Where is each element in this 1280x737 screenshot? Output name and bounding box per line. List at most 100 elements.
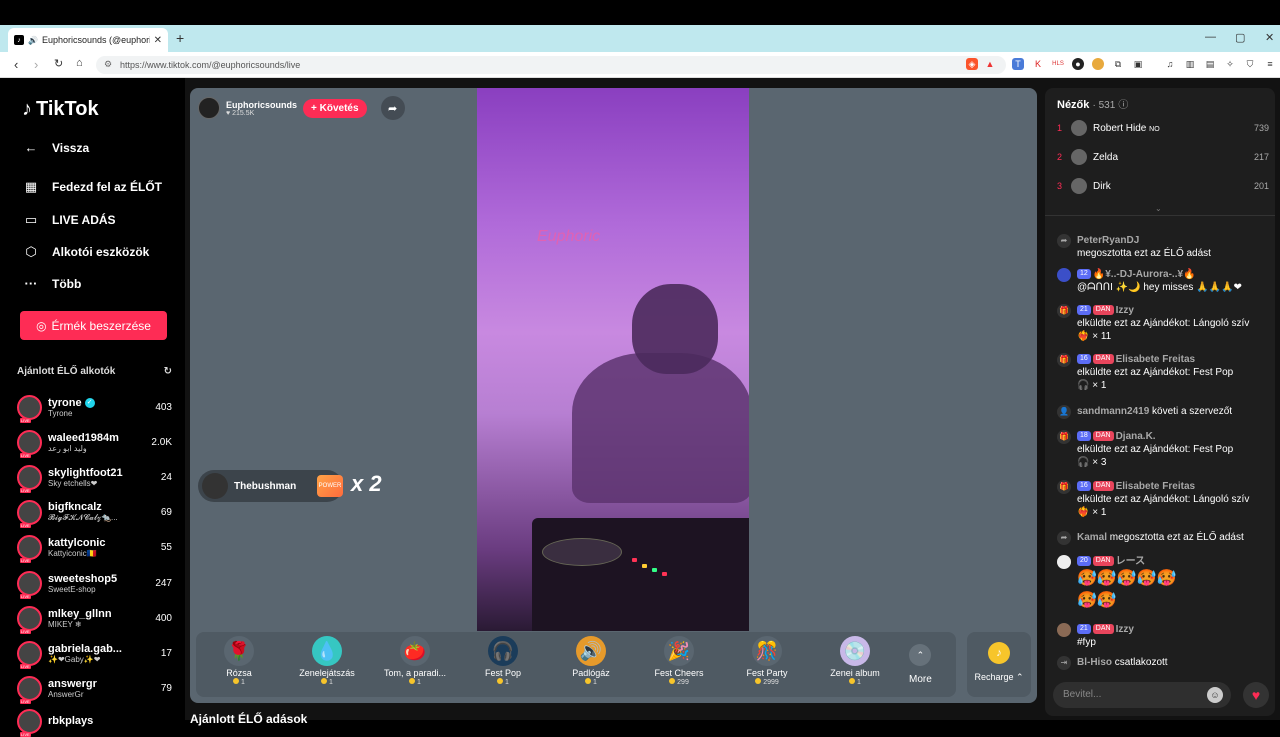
- music-icon[interactable]: ♫: [1164, 58, 1176, 70]
- gift-item[interactable]: 💧 Zenelejátszás 1: [286, 636, 368, 686]
- get-coins-button[interactable]: ◎ Érmék beszerzése: [20, 311, 167, 340]
- creator-item[interactable]: kattylconic Kattyiconic🇷🇴 55: [17, 532, 172, 563]
- new-tab-button[interactable]: +: [176, 30, 184, 46]
- top-viewer[interactable]: 2 Zelda 217: [1057, 147, 1269, 167]
- back-arrow-icon[interactable]: ‹: [14, 57, 18, 72]
- recharge-button[interactable]: ♪ Recharge ⌃: [967, 632, 1031, 697]
- top-viewer[interactable]: 3 Dirk 201: [1057, 176, 1269, 196]
- menu-icon[interactable]: ≡: [1264, 58, 1276, 70]
- viewer-count: 17: [160, 647, 172, 659]
- emoji-picker-icon[interactable]: ☺: [1207, 687, 1223, 703]
- creator-item[interactable]: tyrone✓ Tyrone 403: [17, 392, 172, 423]
- viewers-header[interactable]: Nézők · 531 ⓘ: [1057, 96, 1128, 111]
- extension-color-icon[interactable]: [1092, 58, 1104, 70]
- creator-item[interactable]: gabriela.gab... ✨❤Gaby✨❤ 17: [17, 638, 172, 669]
- nav-more[interactable]: ··· Több: [22, 276, 82, 291]
- rewards-icon[interactable]: ▲: [984, 58, 996, 70]
- site-info-icon[interactable]: ⚙: [104, 59, 112, 70]
- gift-item[interactable]: 🎧 Fest Pop 1: [462, 636, 544, 686]
- live-stream-player[interactable]: Euphoric Euphoricsounds ♥ 215.5K + Követ…: [190, 88, 1037, 703]
- pad-led: [632, 558, 637, 562]
- creator-item[interactable]: answergr AnswerGr 79: [17, 673, 172, 704]
- chat-username[interactable]: Elisabete Freitas: [1116, 354, 1195, 365]
- chat-username[interactable]: レース: [1116, 556, 1146, 567]
- share-icon[interactable]: ➦: [380, 96, 405, 120]
- video-feed[interactable]: Euphoric: [477, 88, 749, 631]
- gift-item[interactable]: 🎉 Fest Cheers 299: [638, 636, 720, 686]
- translate-extension-icon[interactable]: T: [1012, 58, 1024, 70]
- creator-item[interactable]: bigfkncalz 𝓑𝓲𝓰𝓕𝓚𝓝𝓒𝓪𝓵𝔃🐀... 69: [17, 497, 172, 528]
- gift-item[interactable]: 🌹 Rózsa 1: [198, 636, 280, 686]
- info-icon[interactable]: ⓘ: [1118, 100, 1128, 111]
- home-icon[interactable]: ⌂: [76, 57, 83, 69]
- back-link[interactable]: ← Vissza: [22, 140, 90, 155]
- host-name[interactable]: Euphoricsounds: [226, 100, 297, 110]
- chat-username[interactable]: sandmann2419: [1077, 406, 1149, 417]
- forward-arrow-icon[interactable]: ›: [34, 57, 38, 72]
- screenshot-icon[interactable]: ▣: [1132, 58, 1144, 70]
- creator-item[interactable]: skylightfoot21 Sky etchells❤ 24: [17, 462, 172, 493]
- chat-username[interactable]: Izzy: [1116, 624, 1134, 635]
- hls-extension-icon[interactable]: HLS: [1052, 58, 1064, 70]
- maximize-icon[interactable]: ▢: [1235, 31, 1245, 44]
- chat-username[interactable]: PeterRyanDJ: [1077, 235, 1139, 246]
- nav-explore-live[interactable]: ▦ Fedezd fel az ÉLŐT: [22, 179, 162, 195]
- chat-username[interactable]: 🔥¥..-DJ-Aurora-..¥🔥: [1093, 269, 1196, 280]
- gift-name: Tom, a paradi...: [383, 668, 447, 678]
- follow-button[interactable]: + Követés: [303, 98, 367, 118]
- puzzle-extensions-icon[interactable]: ⧉: [1112, 58, 1124, 70]
- gift-bar: 🌹 Rózsa 1 💧 Zenelejátszás 1 🍅 Tom, a par…: [196, 632, 956, 697]
- chevron-down-icon[interactable]: ⌄: [1155, 204, 1162, 213]
- gift-price-value: 1: [241, 679, 245, 686]
- tab-close-icon[interactable]: ✕: [154, 35, 162, 46]
- heart-icon[interactable]: ♥: [1243, 682, 1269, 708]
- nav-go-live[interactable]: ▭ LIVE ADÁS: [22, 212, 116, 228]
- viewer-rank: 2: [1057, 152, 1063, 162]
- creator-item[interactable]: rbkplays: [17, 706, 172, 737]
- chat-username[interactable]: Bl-Hiso: [1077, 657, 1112, 668]
- leo-ai-icon[interactable]: ✧: [1224, 58, 1236, 70]
- gift-item[interactable]: 🎊 Fest Party 2999: [726, 636, 808, 686]
- extension-k-icon[interactable]: K: [1032, 58, 1044, 70]
- chat-username[interactable]: Izzy: [1116, 305, 1134, 316]
- gift-name: Rózsa: [226, 668, 252, 678]
- nav-creator-tools[interactable]: ⬡ Alkotói eszközök: [22, 244, 149, 260]
- avatar: [1071, 178, 1087, 194]
- creator-nickname: Sky etchells❤: [48, 478, 98, 488]
- gift-price-value: 1: [417, 679, 421, 686]
- url-text: https://www.tiktok.com/@euphoricsounds/l…: [120, 60, 301, 70]
- creator-item[interactable]: sweeteshop5 SweetE-shop 247: [17, 568, 172, 599]
- chat-username[interactable]: Elisabete Freitas: [1116, 481, 1195, 492]
- url-field[interactable]: ⚙ https://www.tiktok.com/@euphoricsounds…: [96, 56, 1006, 74]
- level-badge: 21: [1077, 624, 1091, 635]
- coin-icon: [233, 678, 240, 684]
- chat-username[interactable]: Djana.K.: [1116, 431, 1156, 442]
- tiktok-logo[interactable]: ♪ TikTok: [22, 98, 99, 121]
- top-viewer[interactable]: 1 Robert Hide NO 739: [1057, 118, 1269, 138]
- viewer-name: Dirk: [1093, 180, 1111, 192]
- host-avatar[interactable]: [198, 97, 220, 119]
- gift-item[interactable]: 🍅 Tom, a paradi... 1: [374, 636, 456, 686]
- minimize-icon[interactable]: —: [1205, 31, 1216, 43]
- chat-username[interactable]: Kamal: [1077, 532, 1107, 543]
- browser-tab[interactable]: ♪ 🔊 Euphoricsounds (@euphoricsounds) ✕: [8, 28, 168, 52]
- more-gifts-button[interactable]: ⌃ More: [909, 644, 932, 685]
- viewer-count: 69: [160, 506, 172, 518]
- gift-item[interactable]: 💿 Zenei album 1: [814, 636, 896, 686]
- sidebar-toggle-icon[interactable]: ▥: [1184, 58, 1196, 70]
- window-close-icon[interactable]: ✕: [1265, 31, 1274, 44]
- back-label: Vissza: [52, 140, 90, 155]
- level-badge: 16: [1077, 354, 1091, 365]
- creator-item[interactable]: waleed1984m وليد ابو رعد 2.0K: [17, 427, 172, 458]
- chat-input[interactable]: Bevitel... ☺: [1053, 682, 1231, 708]
- vpn-shield-icon[interactable]: ⛉: [1244, 58, 1256, 70]
- extension-dark-icon[interactable]: ●: [1072, 58, 1084, 70]
- gift-item[interactable]: 🔊 Padlógáz 1: [550, 636, 632, 686]
- reload-icon[interactable]: ↻: [54, 57, 63, 70]
- cheers-icon: 🎉: [664, 636, 694, 666]
- wallet-icon[interactable]: ▤: [1204, 58, 1216, 70]
- creator-item[interactable]: mlkey_gllnn MIKEY ❄ 400: [17, 603, 172, 634]
- refresh-icon[interactable]: ↻: [164, 366, 172, 377]
- chat-message: ➦ Kamal megosztotta ezt az ÉLŐ adást: [1057, 531, 1269, 545]
- brave-shield-icon[interactable]: ◈: [966, 58, 978, 70]
